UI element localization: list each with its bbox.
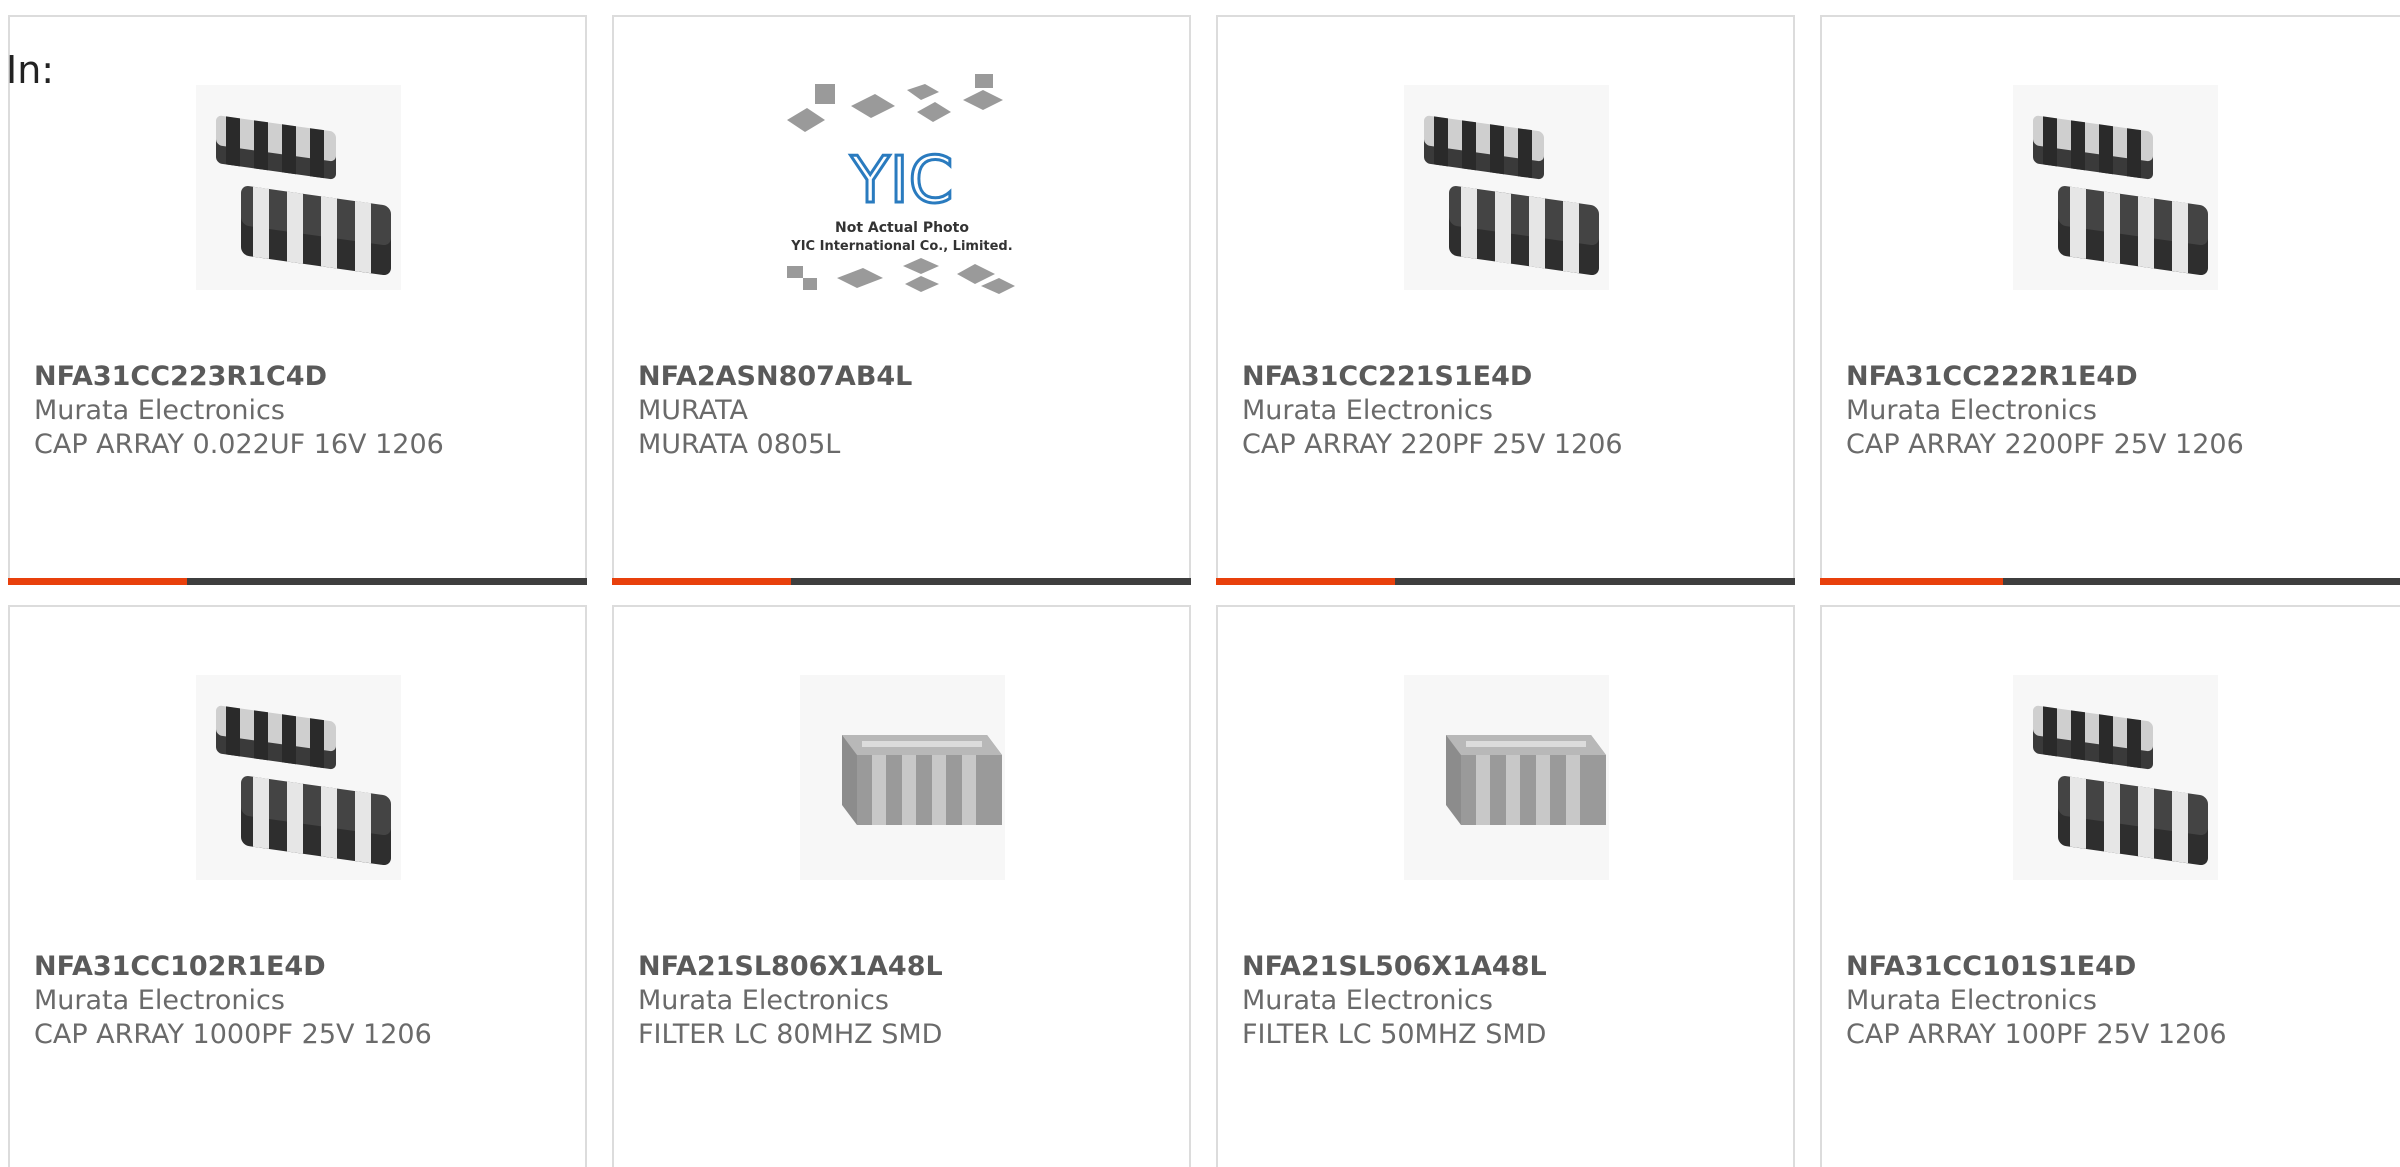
chip-array-dark-icon [1403, 85, 1609, 290]
chip-array-dark-icon [195, 85, 401, 290]
product-card[interactable]: NFA31CC102R1E4D Murata Electronics CAP A… [8, 605, 587, 1167]
product-grid: NFA31CC223R1C4D Murata Electronics CAP A… [8, 15, 2400, 1167]
progress-fill [1216, 578, 1396, 585]
part-number[interactable]: NFA31CC222R1E4D [1846, 360, 2396, 394]
description: CAP ARRAY 1000PF 25V 1206 [34, 1019, 432, 1050]
product-card[interactable]: NFA31CC222R1E4D Murata Electronics CAP A… [1820, 15, 2400, 585]
manufacturer: Murata Electronics [1242, 395, 1493, 426]
chip-array-dark-icon [2013, 85, 2218, 290]
manufacturer: Murata Electronics [1846, 985, 2097, 1016]
progress-fill [612, 578, 792, 585]
not-actual-photo-placeholder: YIC Not Actual Photo YIC International C… [767, 62, 1037, 302]
description: CAP ARRAY 2200PF 25V 1206 [1846, 429, 2244, 460]
description: MURATA 0805L [638, 429, 841, 460]
part-number[interactable]: NFA31CC223R1C4D [34, 360, 573, 394]
chip-filter-gray-icon [799, 675, 1005, 880]
part-number[interactable]: NFA21SL806X1A48L [638, 950, 1177, 984]
product-card[interactable]: NFA21SL506X1A48L Murata Electronics FILT… [1216, 605, 1795, 1167]
placeholder-logo: YIC [849, 144, 953, 218]
manufacturer: MURATA [638, 395, 748, 426]
chip-filter-gray-icon [1403, 675, 1609, 880]
part-number[interactable]: NFA31CC102R1E4D [34, 950, 573, 984]
part-number[interactable]: NFA2ASN807AB4L [638, 360, 1177, 394]
product-card[interactable]: NFA31CC101S1E4D Murata Electronics CAP A… [1820, 605, 2400, 1167]
product-card[interactable]: NFA31CC223R1C4D Murata Electronics CAP A… [8, 15, 587, 585]
description: CAP ARRAY 0.022UF 16V 1206 [34, 429, 444, 460]
description: FILTER LC 80MHZ SMD [638, 1019, 943, 1050]
description: FILTER LC 50MHZ SMD [1242, 1019, 1547, 1050]
part-number[interactable]: NFA31CC101S1E4D [1846, 950, 2396, 984]
progress-bar [612, 578, 1191, 585]
chip-array-dark-icon [2013, 675, 2218, 880]
manufacturer: Murata Electronics [1242, 985, 1493, 1016]
progress-bar [8, 578, 587, 585]
progress-fill [1820, 578, 2003, 585]
progress-bar [1820, 578, 2400, 585]
progress-fill [8, 578, 188, 585]
product-card[interactable]: NFA21SL806X1A48L Murata Electronics FILT… [612, 605, 1191, 1167]
description: CAP ARRAY 220PF 25V 1206 [1242, 429, 1623, 460]
product-grid-page: In: NFA31CC223R1C4D Murata Electronics C… [0, 0, 2400, 1167]
product-card[interactable]: NFA31CC221S1E4D Murata Electronics CAP A… [1216, 15, 1795, 585]
description: CAP ARRAY 100PF 25V 1206 [1846, 1019, 2227, 1050]
manufacturer: Murata Electronics [638, 985, 889, 1016]
manufacturer: Murata Electronics [34, 395, 285, 426]
part-number[interactable]: NFA31CC221S1E4D [1242, 360, 1781, 394]
progress-bar [1216, 578, 1795, 585]
part-number[interactable]: NFA21SL506X1A48L [1242, 950, 1781, 984]
product-card[interactable]: YIC Not Actual Photo YIC International C… [612, 15, 1191, 585]
chip-array-dark-icon [195, 675, 401, 880]
placeholder-line-2: YIC International Co., Limited. [790, 239, 1012, 254]
placeholder-line-1: Not Actual Photo [835, 220, 969, 236]
manufacturer: Murata Electronics [34, 985, 285, 1016]
manufacturer: Murata Electronics [1846, 395, 2097, 426]
in-label: In: [6, 48, 55, 92]
